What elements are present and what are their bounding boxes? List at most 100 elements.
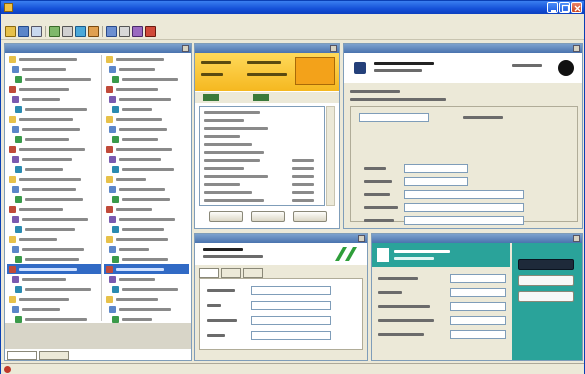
list-item[interactable]: [200, 117, 324, 125]
menu-item[interactable]: [37, 15, 51, 22]
tree-item[interactable]: [104, 74, 189, 84]
close-icon[interactable]: [573, 235, 580, 242]
tree-item[interactable]: [7, 114, 101, 124]
sidebar-button[interactable]: [518, 275, 574, 286]
document-icon[interactable]: [31, 26, 42, 37]
text-field[interactable]: [450, 288, 506, 297]
tree-item[interactable]: [7, 304, 101, 314]
text-field[interactable]: [404, 190, 524, 199]
maximize-button[interactable]: [559, 2, 570, 13]
select-field[interactable]: [359, 113, 429, 122]
tree-item[interactable]: [7, 294, 101, 304]
list-item[interactable]: [200, 125, 324, 133]
toolbar-icon[interactable]: [75, 26, 86, 37]
save-icon[interactable]: [18, 26, 29, 37]
tree-item[interactable]: [104, 304, 189, 314]
list-item[interactable]: [200, 173, 324, 181]
toolbar-icon[interactable]: [145, 26, 156, 37]
tree-item[interactable]: [104, 64, 189, 74]
text-field[interactable]: [251, 316, 331, 325]
tree-item[interactable]: [104, 254, 189, 264]
tree-item[interactable]: [7, 74, 101, 84]
list-item[interactable]: [200, 157, 324, 165]
close-icon[interactable]: [182, 45, 189, 52]
list-item[interactable]: [200, 133, 324, 141]
tree-item[interactable]: [7, 94, 101, 104]
text-field[interactable]: [251, 286, 331, 295]
tree-item[interactable]: [7, 154, 101, 164]
dialog-button[interactable]: [293, 211, 327, 222]
dialog-button[interactable]: [251, 211, 285, 222]
tree-item[interactable]: [104, 54, 189, 64]
text-field[interactable]: [404, 216, 524, 225]
toolbar-icon[interactable]: [88, 26, 99, 37]
text-field[interactable]: [450, 274, 506, 283]
list-item[interactable]: [200, 149, 324, 157]
list-item[interactable]: [200, 141, 324, 149]
tree-item[interactable]: [104, 234, 189, 244]
list-item[interactable]: [200, 165, 324, 173]
tree-item[interactable]: [7, 284, 101, 294]
tree-item[interactable]: [7, 214, 101, 224]
list-item[interactable]: [200, 181, 324, 189]
explorer-tab[interactable]: [39, 351, 69, 360]
text-field[interactable]: [404, 203, 524, 212]
tree-item[interactable]: [7, 244, 101, 254]
tree-item[interactable]: [104, 244, 189, 254]
tree-item[interactable]: [7, 144, 101, 154]
tree-item[interactable]: [104, 204, 189, 214]
tree-item[interactable]: [7, 274, 101, 284]
tree-item[interactable]: [7, 124, 101, 134]
tree-item[interactable]: [104, 184, 189, 194]
tree-item[interactable]: [104, 114, 189, 124]
tree-item[interactable]: [7, 204, 101, 214]
tree-item[interactable]: [7, 264, 101, 274]
scrollbar[interactable]: [326, 106, 335, 206]
tab-icon[interactable]: [253, 94, 269, 101]
toolbar-icon[interactable]: [106, 26, 117, 37]
tree-item[interactable]: [104, 154, 189, 164]
tree-item[interactable]: [7, 234, 101, 244]
menu-item[interactable]: [53, 15, 67, 22]
tree-item[interactable]: [7, 134, 101, 144]
toolbar-icon[interactable]: [49, 26, 60, 37]
tree-item[interactable]: [104, 134, 189, 144]
list-item[interactable]: [200, 109, 324, 117]
sidebar-button[interactable]: [518, 259, 574, 270]
menu-item[interactable]: [69, 15, 83, 22]
tree-item[interactable]: [7, 64, 101, 74]
tree-item[interactable]: [7, 224, 101, 234]
tree-item[interactable]: [7, 184, 101, 194]
explorer-tree-right[interactable]: [104, 54, 189, 323]
tree-item[interactable]: [7, 174, 101, 184]
tree-item[interactable]: [104, 164, 189, 174]
close-icon[interactable]: [330, 45, 337, 52]
tree-item[interactable]: [104, 84, 189, 94]
open-folder-icon[interactable]: [5, 26, 16, 37]
tree-item[interactable]: [104, 104, 189, 114]
tab-general[interactable]: [199, 268, 219, 278]
tree-item[interactable]: [104, 94, 189, 104]
yellow-pane-list[interactable]: [199, 106, 325, 206]
tree-item[interactable]: [104, 194, 189, 204]
text-field[interactable]: [450, 302, 506, 311]
tab-icon[interactable]: [203, 94, 219, 101]
sidebar-button[interactable]: [518, 291, 574, 302]
tree-item[interactable]: [104, 294, 189, 304]
tree-item[interactable]: [104, 264, 189, 274]
tree-item[interactable]: [104, 224, 189, 234]
tree-item[interactable]: [104, 284, 189, 294]
tree-item[interactable]: [7, 254, 101, 264]
close-icon[interactable]: [573, 45, 580, 52]
tab[interactable]: [243, 268, 263, 278]
minimize-button[interactable]: [547, 2, 558, 13]
text-field[interactable]: [251, 331, 331, 340]
toolbar-icon[interactable]: [132, 26, 143, 37]
text-field[interactable]: [450, 330, 506, 339]
tree-item[interactable]: [104, 274, 189, 284]
explorer-tab[interactable]: [7, 351, 37, 360]
tree-item[interactable]: [7, 84, 101, 94]
menu-item[interactable]: [21, 15, 35, 22]
tree-item[interactable]: [104, 124, 189, 134]
tree-item[interactable]: [104, 144, 189, 154]
